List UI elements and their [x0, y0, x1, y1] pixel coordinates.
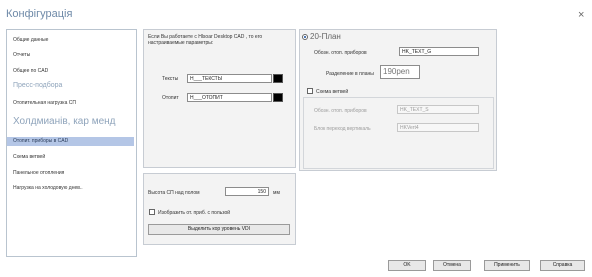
text-layer-label: Тексты [162, 76, 179, 82]
cancel-button[interactable]: Отмена [433, 260, 471, 271]
sidebar-group-cooling: Холдмианів, кар менд [13, 116, 116, 127]
close-icon[interactable]: × [578, 9, 584, 21]
sidebar-item-cooling-load[interactable]: Нагрузка на холодовую днев.. [13, 185, 83, 191]
text-layer-input[interactable]: H___ТЕКСТЫ [187, 74, 272, 83]
window-title: Конфігурація [6, 8, 73, 20]
sidebar-group-selection: Пресс-подбора [13, 82, 63, 89]
height-label: Высота СП над полом [148, 190, 200, 196]
sidebar-item-general[interactable]: Общие данные [13, 37, 48, 43]
sidebar-item-panel-heating[interactable]: Панельное отопления [13, 170, 64, 176]
sidebar: Общие данные Отчеты Общее по CAD Пресс-п… [6, 29, 137, 257]
draw-radiator-label: Изобразить от. приб. с пользой [158, 210, 231, 216]
plan-radio[interactable] [302, 34, 308, 40]
help-button[interactable]: Справка [540, 260, 585, 271]
sidebar-item-reports[interactable]: Отчеты [13, 52, 30, 58]
draw-radiator-checkbox[interactable] [149, 209, 155, 215]
lines-layer-input[interactable]: H___ОТОПИТ [187, 93, 272, 102]
lines-layer-label: Отопит [162, 95, 179, 101]
plan-legend-input[interactable]: HK_TEXT_G [399, 47, 479, 56]
branch-block-input[interactable]: HKVert4 [397, 123, 479, 132]
branch-legend-label: Обозн. отоп. приборов [314, 108, 367, 114]
branch-scheme-checkbox[interactable] [307, 88, 313, 94]
plan-section-label: Разделение в планы [326, 71, 374, 77]
sidebar-item-branch-scheme[interactable]: Схема ветвей [13, 154, 45, 160]
sidebar-item-heating-load[interactable]: Отопительная нагрузка СП [13, 100, 76, 106]
plan-legend-label: Обозн. отоп. приборов [314, 50, 367, 56]
branch-legend-input[interactable]: HK_TEXT_S [397, 105, 479, 114]
apply-button[interactable]: Применить [484, 260, 530, 271]
height-input[interactable]: 150 [225, 187, 269, 196]
lines-layer-color-swatch[interactable] [273, 93, 283, 102]
plan-section-input[interactable]: 190pen [380, 65, 420, 79]
plan-radio-label: 20-План [310, 32, 341, 41]
text-layer-color-swatch[interactable] [273, 74, 283, 83]
cad-settings-panel: Если Вы работаете с Нlsoar Desktop CAD ,… [143, 29, 296, 168]
sidebar-item-radiators-cad[interactable]: Отопит. приборы в CAD [7, 137, 134, 146]
branch-block-label: Блок переход вертикаль [314, 126, 371, 132]
radiator-options-panel: Высота СП над полом 150 мм Изобразить от… [143, 173, 296, 245]
sidebar-item-cad[interactable]: Общее по CAD [13, 68, 48, 74]
branch-scheme-label: Схема ветвей [316, 89, 349, 95]
height-unit: мм [273, 190, 280, 196]
cad-intro-text: Если Вы работаете с Нlsoar Desktop CAD ,… [148, 34, 263, 46]
select-vdi-level-button[interactable]: Выделить кор уровень VDI [148, 224, 290, 235]
ok-button[interactable]: OK [388, 260, 426, 271]
plan-settings-panel: 20-План Обозн. отоп. приборов HK_TEXT_G … [299, 29, 497, 171]
